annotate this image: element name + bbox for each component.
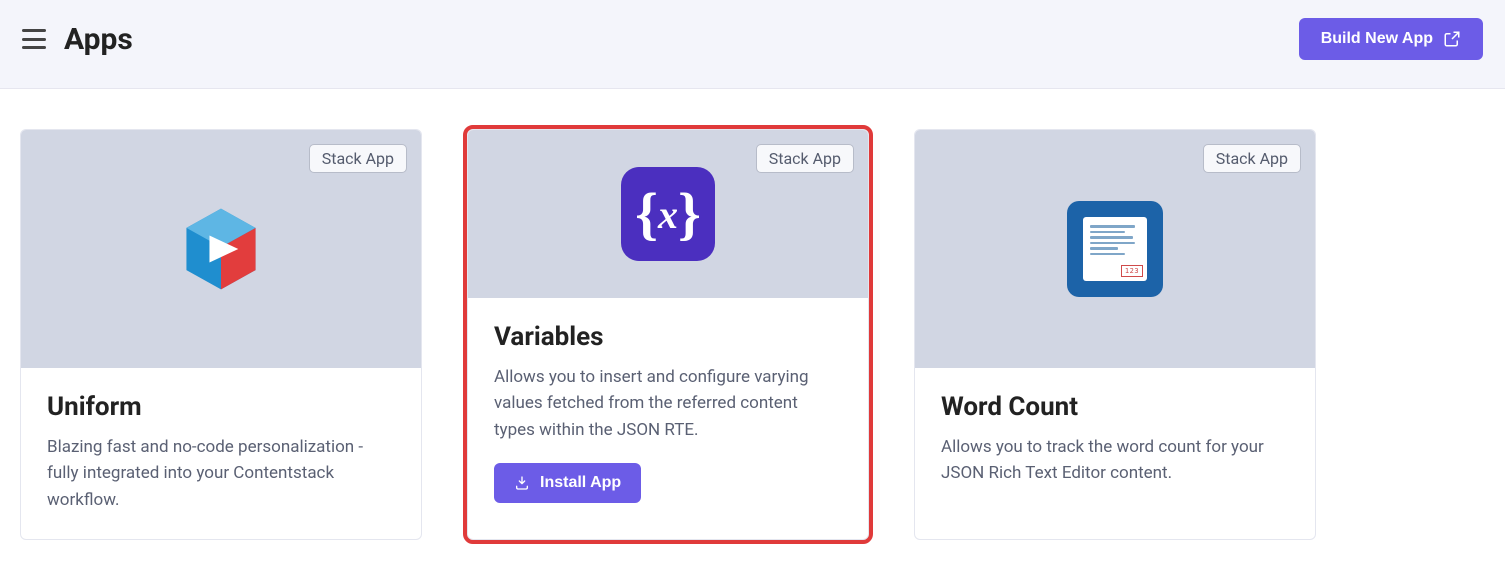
uniform-icon xyxy=(173,201,269,297)
card-banner: Stack App 123 xyxy=(915,130,1315,368)
card-title: Variables xyxy=(494,322,842,352)
card-description: Blazing fast and no-code personalization… xyxy=(47,434,395,513)
build-new-app-label: Build New App xyxy=(1321,30,1433,48)
card-description: Allows you to insert and configure varyi… xyxy=(494,364,842,443)
card-body: Word Count Allows you to track the word … xyxy=(915,368,1315,513)
stack-app-badge: Stack App xyxy=(309,144,407,173)
app-card-word-count[interactable]: Stack App 123 Word Count Allows you to t… xyxy=(914,129,1316,540)
card-description: Allows you to track the word count for y… xyxy=(941,434,1289,487)
install-icon xyxy=(514,475,530,491)
variables-icon: {x} xyxy=(621,167,715,261)
card-body: Uniform Blazing fast and no-code persona… xyxy=(21,368,421,539)
card-body: Variables Allows you to insert and confi… xyxy=(468,298,868,529)
page-header: Apps Build New App xyxy=(0,0,1505,89)
install-app-button[interactable]: Install App xyxy=(494,463,641,503)
page-title: Apps xyxy=(64,22,133,57)
build-new-app-button[interactable]: Build New App xyxy=(1299,18,1483,60)
card-title: Word Count xyxy=(941,392,1289,422)
apps-grid: Stack App Uniform Blazing fast and no-co… xyxy=(0,89,1505,560)
card-banner: Stack App xyxy=(21,130,421,368)
external-link-icon xyxy=(1443,30,1461,48)
card-title: Uniform xyxy=(47,392,395,422)
header-left: Apps xyxy=(22,22,133,57)
stack-app-badge: Stack App xyxy=(756,144,854,173)
menu-icon[interactable] xyxy=(22,29,46,49)
word-count-icon: 123 xyxy=(1067,201,1163,297)
card-banner: Stack App {x} xyxy=(468,130,868,298)
app-card-variables[interactable]: Stack App {x} Variables Allows you to in… xyxy=(467,129,869,540)
install-app-label: Install App xyxy=(540,474,621,492)
stack-app-badge: Stack App xyxy=(1203,144,1301,173)
app-card-uniform[interactable]: Stack App Uniform Blazing fast and no-co… xyxy=(20,129,422,540)
